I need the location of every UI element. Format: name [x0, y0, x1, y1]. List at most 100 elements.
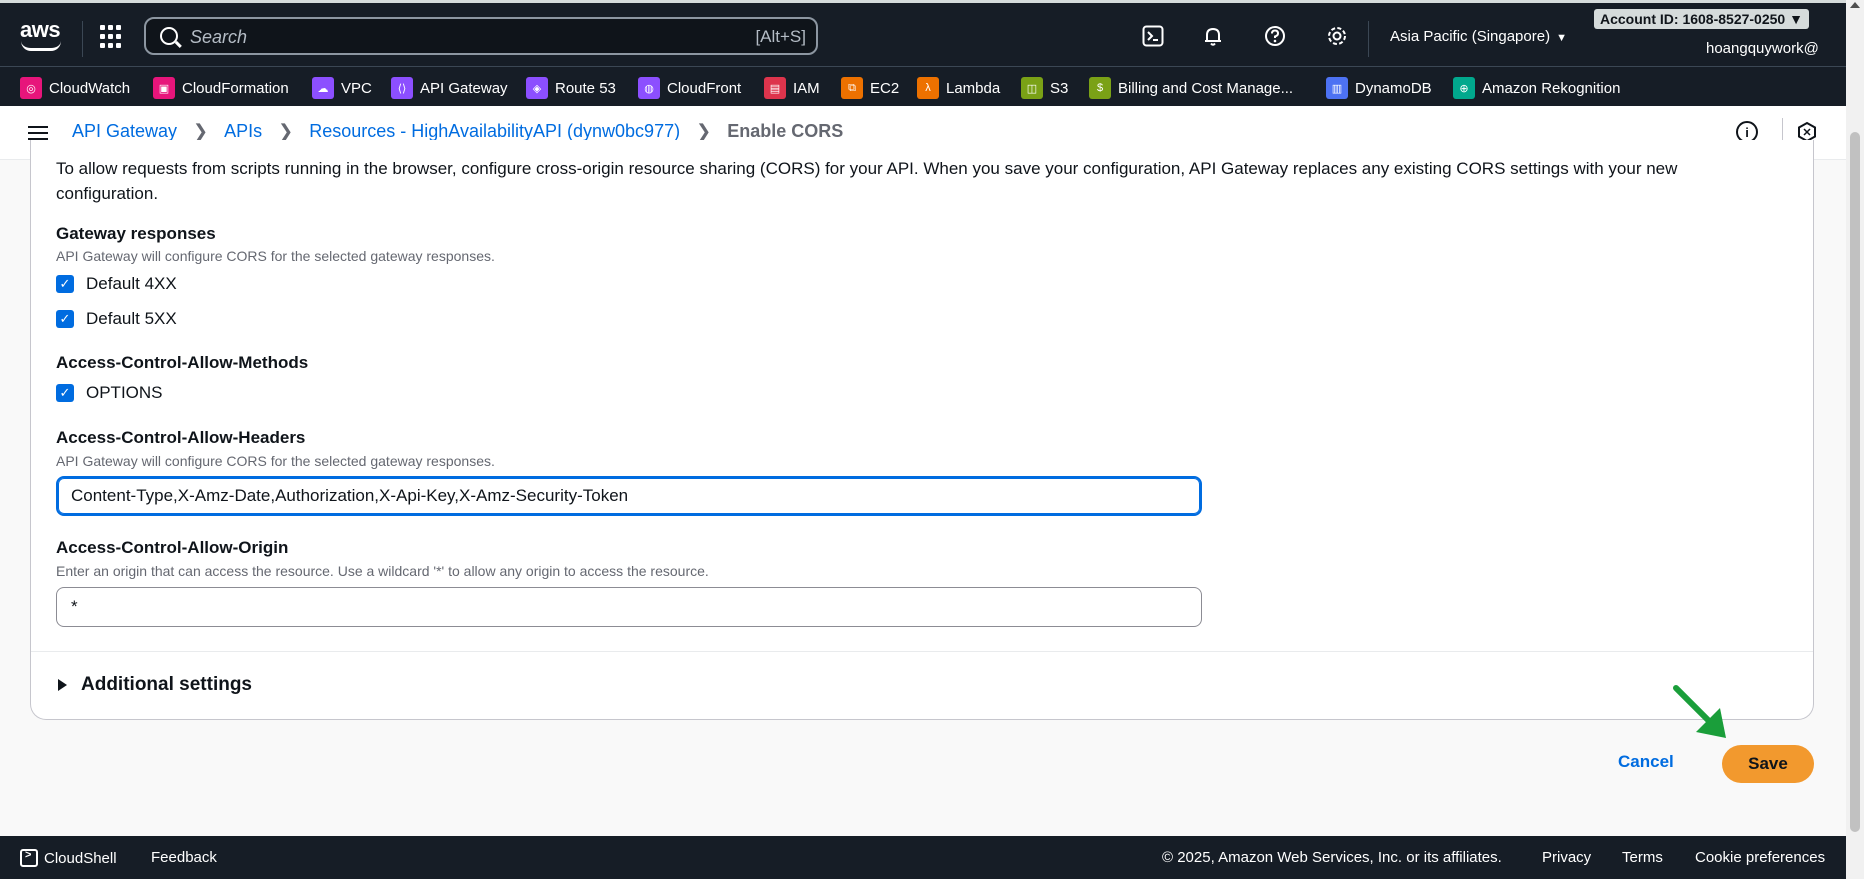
checkbox-options[interactable]: ✓ OPTIONS: [56, 383, 163, 403]
allow-origin-desc: Enter an origin that can access the reso…: [56, 563, 709, 579]
breadcrumb-current: Enable CORS: [727, 121, 844, 141]
favorite-s3[interactable]: ◫ S3: [1021, 77, 1068, 99]
search-icon: [160, 27, 178, 45]
favorite-billing[interactable]: $ Billing and Cost Manage...: [1089, 77, 1293, 99]
allow-headers-label: Access-Control-Allow-Headers: [56, 428, 306, 447]
allow-methods-label: Access-Control-Allow-Methods: [56, 353, 309, 372]
scrollbar-thumb[interactable]: [1850, 132, 1860, 832]
favorite-label: CloudFront: [667, 79, 742, 97]
services-menu-icon[interactable]: [100, 25, 124, 49]
save-button[interactable]: Save: [1722, 745, 1814, 783]
checkbox-default-5xx[interactable]: ✓ Default 5XX: [56, 309, 177, 329]
api-gateway-icon: ⟨⟩: [391, 77, 413, 99]
gateway-responses-desc: API Gateway will configure CORS for the …: [56, 248, 495, 264]
checkbox-default-4xx[interactable]: ✓ Default 4XX: [56, 274, 177, 294]
ec2-icon: ⧉: [841, 77, 863, 99]
s3-icon: ◫: [1021, 77, 1043, 99]
cloudwatch-icon: ◎: [20, 77, 42, 99]
breadcrumb-apis[interactable]: APIs: [224, 121, 262, 142]
favorite-vpc[interactable]: ☁ VPC: [312, 77, 372, 99]
breadcrumb-api-gateway[interactable]: API Gateway: [72, 121, 177, 142]
favorite-label: EC2: [870, 79, 900, 97]
cloudformation-icon: ▣: [153, 77, 175, 99]
favorite-ec2[interactable]: ⧉ EC2: [841, 77, 899, 99]
favorite-lambda[interactable]: λ Lambda: [917, 77, 1000, 99]
region-label: Asia Pacific (Singapore): [1390, 28, 1551, 45]
footer-cookie-preferences[interactable]: Cookie preferences: [1695, 849, 1825, 866]
dynamodb-icon: ▥: [1326, 77, 1348, 99]
favorite-cloudformation[interactable]: ▣ CloudFormation: [153, 77, 289, 99]
intro-text: To allow requests from scripts running i…: [56, 159, 1678, 203]
menu-icon[interactable]: [28, 126, 48, 140]
checkbox-label: OPTIONS: [86, 383, 163, 402]
annotation-arrow-icon: [1673, 685, 1726, 738]
aws-logo[interactable]: aws: [20, 17, 61, 51]
search-input[interactable]: [190, 25, 730, 49]
billing-icon: $: [1089, 77, 1111, 99]
favorite-rekognition[interactable]: ⊕ Amazon Rekognition: [1453, 77, 1620, 99]
chevron-right-icon: ❯: [193, 121, 209, 141]
checkbox-label: Default 4XX: [86, 274, 177, 293]
iam-icon: ▤: [764, 77, 786, 99]
caret-right-icon: [58, 679, 67, 691]
gateway-responses-label: Gateway responses: [56, 224, 216, 243]
aws-logo-text: aws: [20, 17, 61, 42]
favorite-label: Lambda: [946, 79, 1001, 97]
search-shortcut: [Alt+S]: [755, 27, 806, 46]
footer: CloudShell Feedback © 2025, Amazon Web S…: [0, 836, 1846, 879]
additional-settings-label: Additional settings: [81, 674, 252, 695]
check-icon: ✓: [56, 384, 74, 402]
favorite-route53[interactable]: ◈ Route 53: [526, 77, 616, 99]
help-icon[interactable]: [1262, 23, 1288, 49]
favorite-api-gateway[interactable]: ⟨⟩ API Gateway: [391, 77, 508, 99]
allow-headers-input[interactable]: [56, 476, 1202, 516]
lambda-icon: λ: [917, 77, 939, 99]
favorite-label: CloudWatch: [49, 79, 131, 97]
favorites-bar: ◎ CloudWatch ▣ CloudFormation ☁ VPC ⟨⟩ API G…: [0, 66, 1846, 106]
account-id-badge[interactable]: Account ID: 1608-8527-0250 ▼: [1594, 9, 1809, 29]
favorite-iam[interactable]: ▤ IAM: [764, 77, 820, 99]
breadcrumb-resources[interactable]: Resources - HighAvailabilityAPI (dynw0bc…: [309, 121, 680, 142]
favorite-dynamodb[interactable]: ▥ DynamoDB: [1326, 77, 1432, 99]
favorite-label: CloudFormation: [182, 79, 289, 97]
favorite-cloudwatch[interactable]: ◎ CloudWatch: [20, 77, 130, 99]
allow-headers-desc: API Gateway will configure CORS for the …: [56, 453, 495, 469]
vpc-icon: ☁: [312, 77, 334, 99]
check-icon: ✓: [56, 310, 74, 328]
favorite-label: VPC: [341, 79, 372, 97]
favorite-label: Amazon Rekognition: [1482, 79, 1621, 97]
user-menu[interactable]: hoangquywork@: [1706, 40, 1819, 57]
cancel-button[interactable]: Cancel: [1618, 752, 1674, 772]
divider: [31, 651, 1813, 652]
bell-icon[interactable]: [1200, 23, 1226, 49]
account-id-text: Account ID: 1608-8527-0250: [1600, 11, 1786, 27]
check-icon: ✓: [56, 275, 74, 293]
allow-origin-label: Access-Control-Allow-Origin: [56, 538, 289, 557]
favorite-cloudfront[interactable]: ◍ CloudFront: [638, 77, 741, 99]
gear-icon[interactable]: [1324, 23, 1350, 49]
caret-down-icon: ▼: [1789, 11, 1803, 27]
region-selector[interactable]: Asia Pacific (Singapore) ▼: [1390, 28, 1567, 45]
favorite-label: IAM: [793, 79, 820, 97]
cloudshell-icon: [20, 849, 38, 867]
footer-cloudshell-label: CloudShell: [44, 850, 117, 867]
search-box[interactable]: [Alt+S]: [144, 17, 818, 55]
chevron-right-icon: ❯: [278, 121, 294, 141]
additional-settings-expander[interactable]: Additional settings: [58, 674, 252, 696]
scroll-up-icon[interactable]: [1850, 2, 1860, 8]
chevron-right-icon: ❯: [696, 121, 712, 141]
favorite-label: S3: [1050, 79, 1069, 97]
route53-icon: ◈: [526, 77, 548, 99]
rekognition-icon: ⊕: [1453, 77, 1475, 99]
footer-terms[interactable]: Terms: [1622, 849, 1663, 866]
divider: [1368, 21, 1369, 57]
checkbox-label: Default 5XX: [86, 309, 177, 328]
footer-privacy[interactable]: Privacy: [1542, 849, 1591, 866]
cloudshell-icon[interactable]: [1140, 23, 1166, 49]
footer-cloudshell[interactable]: CloudShell: [20, 849, 117, 867]
aws-smile-icon: [21, 41, 61, 51]
divider: [82, 21, 83, 57]
breadcrumb: API Gateway ❯ APIs ❯ Resources - HighAva…: [72, 121, 843, 142]
allow-origin-input[interactable]: [56, 587, 1202, 627]
footer-feedback[interactable]: Feedback: [151, 849, 217, 866]
